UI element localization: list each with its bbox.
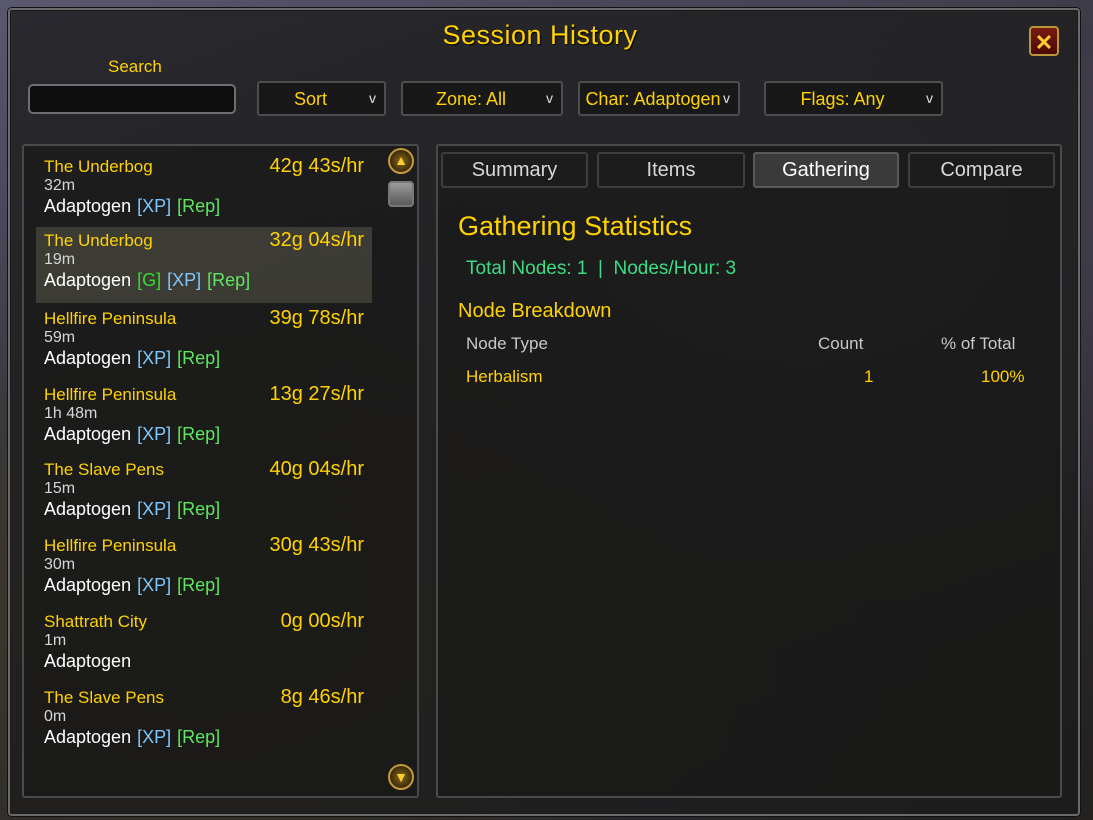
scroll-up-button[interactable]: ▲ — [388, 148, 414, 174]
session-duration: 32m — [44, 177, 76, 194]
rep-tag: [Rep] — [177, 424, 221, 444]
tab-summary[interactable]: Summary — [441, 152, 588, 188]
sort-dropdown[interactable]: Sort v — [257, 81, 386, 116]
session-rate: 39g 78s/hr — [269, 307, 364, 329]
gathering-title: Gathering Statistics — [458, 211, 693, 241]
arrow-down-icon: ▼ — [394, 769, 408, 785]
scroll-down-button[interactable]: ▼ — [388, 764, 414, 790]
flags-dropdown-label: Flags: Any — [800, 89, 885, 109]
session-row[interactable]: The Slave Pens 8g 46s/hr 0m Adaptogen [XP… — [36, 684, 372, 760]
session-duration: 19m — [44, 251, 76, 268]
session-zone: Hellfire Peninsula — [44, 309, 177, 328]
xp-tag: [XP] — [167, 270, 202, 290]
tab-gathering[interactable]: Gathering — [753, 152, 899, 188]
xp-tag: [XP] — [137, 348, 172, 368]
chevron-down-icon: v — [926, 90, 933, 106]
rep-tag: [Rep] — [177, 348, 221, 368]
rep-tag: [Rep] — [207, 270, 251, 290]
search-input[interactable] — [28, 84, 236, 114]
session-character: Adaptogen [XP] [Rep] — [44, 196, 221, 216]
session-row[interactable]: Hellfire Peninsula 39g 78s/hr 59m Adapto… — [36, 305, 372, 381]
arrow-up-icon: ▲ — [394, 152, 408, 168]
session-zone: The Underbog — [44, 157, 153, 176]
session-duration: 15m — [44, 480, 76, 497]
column-header-node-type: Node Type — [466, 334, 548, 353]
g-tag: [G] — [137, 270, 162, 290]
tab-compare[interactable]: Compare — [908, 152, 1055, 188]
xp-tag: [XP] — [137, 575, 172, 595]
session-character: Adaptogen [XP] [Rep] — [44, 727, 221, 747]
session-zone: The Underbog — [44, 231, 153, 250]
session-row[interactable]: Shattrath City 0g 00s/hr 1m Adaptogen — [36, 608, 372, 684]
rep-tag: [Rep] — [177, 196, 221, 216]
session-row-selected[interactable]: The Underbog 32g 04s/hr 19m Adaptogen [G]… — [36, 227, 372, 303]
session-row[interactable]: The Underbog 42g 43s/hr 32m Adaptogen [XP… — [36, 153, 372, 229]
session-rate: 8g 46s/hr — [280, 686, 364, 708]
session-rate: 30g 43s/hr — [269, 534, 364, 556]
scrollbar-thumb[interactable] — [388, 181, 414, 207]
session-character: Adaptogen [XP] [Rep] — [44, 424, 221, 444]
session-duration: 30m — [44, 556, 76, 573]
sort-dropdown-label: Sort — [293, 89, 327, 109]
node-type-cell: Herbalism — [466, 367, 543, 386]
session-character: Adaptogen [XP] [Rep] — [44, 348, 221, 368]
session-rate: 13g 27s/hr — [269, 383, 364, 405]
char-dropdown[interactable]: Char: Adaptogen v — [578, 81, 740, 116]
session-row[interactable]: Hellfire Peninsula 30g 43s/hr 30m Adapto… — [36, 532, 372, 608]
session-rate: 42g 43s/hr — [269, 155, 364, 177]
xp-tag: [XP] — [137, 727, 172, 747]
session-row[interactable]: The Slave Pens 40g 04s/hr 15m Adaptogen[… — [36, 456, 372, 532]
node-count-cell: 1 — [864, 367, 874, 386]
search-label: Search — [108, 57, 162, 76]
window-title: Session History — [442, 20, 638, 50]
session-row[interactable]: Hellfire Peninsula 13g 27s/hr 1h 48m Ada… — [36, 381, 372, 457]
zone-dropdown[interactable]: Zone: All v — [401, 81, 563, 116]
session-duration: 0m — [44, 708, 67, 725]
zone-dropdown-label: Zone: All — [435, 89, 507, 109]
node-breakdown-title: Node Breakdown — [458, 300, 612, 322]
session-zone: Hellfire Peninsula — [44, 536, 177, 555]
char-dropdown-label: Char: Adaptogen — [585, 89, 721, 109]
session-duration: 1m — [44, 632, 67, 649]
rep-tag: [Rep] — [177, 499, 221, 519]
tab-items[interactable]: Items — [597, 152, 745, 188]
session-rate: 0g 00s/hr — [280, 610, 364, 632]
column-header-percent: % of Total — [941, 334, 1016, 353]
details-panel — [436, 144, 1062, 798]
session-duration: 1h 48m — [44, 405, 98, 422]
session-duration: 59m — [44, 329, 76, 346]
close-icon: ✕ — [1034, 30, 1054, 55]
node-percent-cell: 100% — [981, 367, 1025, 386]
session-rate: 40g 04s/hr — [269, 458, 364, 480]
session-character: Adaptogen [XP] [Rep] — [44, 499, 221, 519]
session-rate: 32g 04s/hr — [269, 229, 364, 251]
chevron-down-icon: v — [546, 90, 553, 106]
session-character: Adaptogen — [44, 651, 132, 671]
chevron-down-icon: v — [723, 90, 730, 106]
rep-tag: [Rep] — [177, 727, 221, 747]
xp-tag: [XP] — [137, 196, 172, 216]
close-button[interactable]: ✕ — [1029, 26, 1059, 56]
session-character: Adaptogen [XP] [Rep] — [44, 575, 221, 595]
session-zone: The Slave Pens — [44, 460, 165, 479]
session-zone: Hellfire Peninsula — [44, 385, 177, 404]
session-zone: The Slave Pens — [44, 688, 165, 707]
gathering-stats: Total Nodes: 1 | Nodes/Hour: 3 — [466, 258, 737, 279]
xp-tag: [XP] — [137, 499, 172, 519]
column-header-count: Count — [818, 334, 864, 353]
session-zone: Shattrath City — [44, 612, 147, 631]
xp-tag: [XP] — [137, 424, 172, 444]
rep-tag: [Rep] — [177, 575, 221, 595]
flags-dropdown[interactable]: Flags: Any v — [764, 81, 943, 116]
session-character: Adaptogen [G] [XP] [Rep] — [44, 270, 251, 290]
chevron-down-icon: v — [369, 90, 376, 106]
